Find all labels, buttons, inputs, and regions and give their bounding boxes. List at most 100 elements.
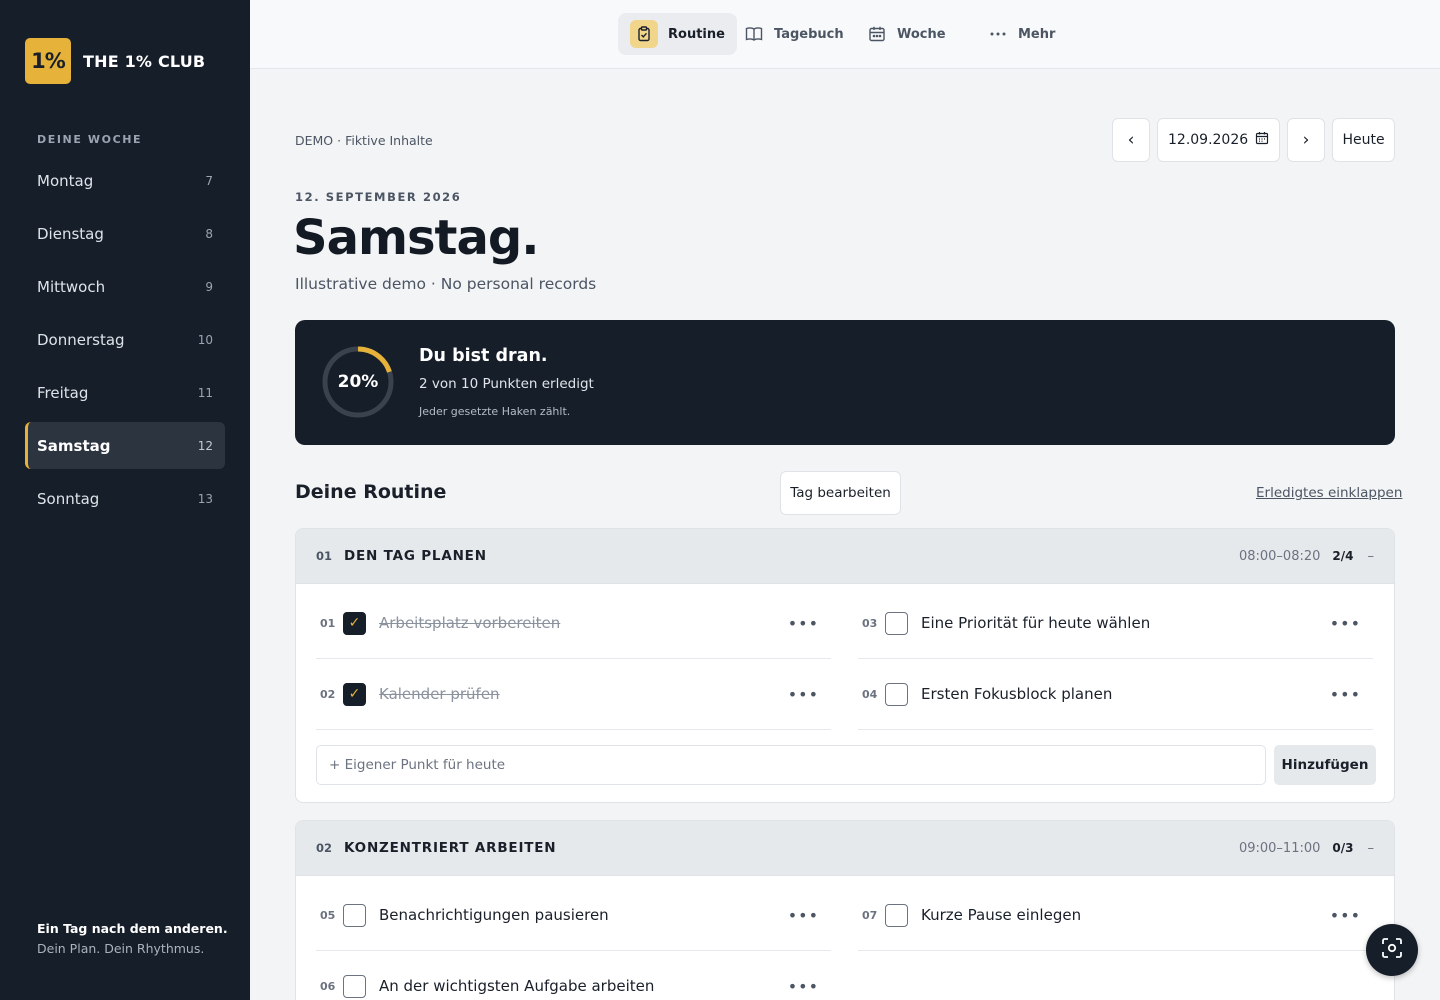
section-collapse-toggle[interactable]: – <box>1368 549 1375 564</box>
task-row: 06 An der wichtigsten Aufgabe arbeiten •… <box>316 951 831 1000</box>
calendar-icon <box>1255 131 1269 149</box>
date-value: 12.09.2026 <box>1168 132 1249 148</box>
progress-card: 20% Du bist dran. 2 von 10 Punkten erled… <box>295 320 1395 445</box>
sidebar: 1% THE 1% CLUB DEINE WOCHE Montag 7 Dien… <box>0 0 250 1000</box>
task-row: 03 Eine Priorität für heute wählen ••• <box>858 588 1373 659</box>
day-label: Mittwoch <box>37 277 106 296</box>
task-checkbox[interactable] <box>343 903 366 927</box>
task-row: 02 ✓ Kalender prüfen ••• <box>316 659 831 730</box>
week-heading: DEINE WOCHE <box>37 133 143 146</box>
top-nav: Routine Tagebuch Woche Mehr <box>250 0 1440 69</box>
task-checkbox[interactable]: ✓ <box>343 611 366 635</box>
day-number: 7 <box>205 173 213 188</box>
add-item-input[interactable] <box>316 745 1266 785</box>
task-checkbox[interactable] <box>343 974 366 998</box>
task-label: An der wichtigsten Aufgabe arbeiten <box>379 977 655 995</box>
footer-subline: Dein Plan. Dein Rhythmus. <box>37 941 205 956</box>
focus-mode-button[interactable] <box>1366 924 1418 976</box>
day-label: Freitag <box>37 383 89 402</box>
section-count: 0/3 <box>1332 841 1354 855</box>
sidebar-item-mittwoch[interactable]: Mittwoch 9 <box>25 263 225 310</box>
more-options-icon[interactable]: ••• <box>788 906 819 925</box>
task-checkbox[interactable] <box>885 611 908 635</box>
sidebar-item-sonntag[interactable]: Sonntag 13 <box>25 475 225 522</box>
section-collapse-toggle[interactable]: – <box>1368 841 1375 856</box>
task-label: Eine Priorität für heute wählen <box>921 614 1151 632</box>
sidebar-item-montag[interactable]: Montag 7 <box>25 157 225 204</box>
today-button[interactable]: Heute <box>1332 118 1395 162</box>
brand-name: THE 1% CLUB <box>83 51 206 71</box>
task-label: Kalender prüfen <box>379 685 500 703</box>
section-header[interactable]: 02 KONZENTRIERT ARBEITEN 09:00–11:00 0/3… <box>296 821 1394 876</box>
task-label: Arbeitsplatz vorbereiten <box>379 614 561 632</box>
page-subtitle: Illustrative demo · No personal records <box>295 275 597 293</box>
tab-tagebuch[interactable]: Tagebuch <box>744 13 844 55</box>
routine-section: 02 KONZENTRIERT ARBEITEN 09:00–11:00 0/3… <box>295 820 1395 1000</box>
day-label: Dienstag <box>37 224 104 243</box>
task-number: 06 <box>320 979 336 993</box>
date-label: 12. SEPTEMBER 2026 <box>295 190 462 204</box>
day-number: 9 <box>205 279 213 294</box>
task-label: Kurze Pause einlegen <box>921 906 1082 924</box>
section-count: 2/4 <box>1332 549 1354 563</box>
more-options-icon[interactable]: ••• <box>788 614 819 633</box>
footer-tagline: Ein Tag nach dem anderen. <box>37 921 228 936</box>
progress-note: Jeder gesetzte Haken zählt. <box>419 405 571 418</box>
progress-percent: 20% <box>337 372 379 392</box>
section-header[interactable]: 01 DEN TAG PLANEN 08:00–08:20 2/4 – <box>296 529 1394 584</box>
progress-title: Du bist dran. <box>419 346 548 366</box>
checkmark-icon: ✓ <box>348 615 361 631</box>
sidebar-item-donnerstag[interactable]: Donnerstag 10 <box>25 316 225 363</box>
section-number: 01 <box>316 549 333 563</box>
day-number: 12 <box>197 438 213 453</box>
progress-summary: 2 von 10 Punkten erledigt <box>419 376 594 392</box>
task-label: Ersten Fokusblock planen <box>921 685 1113 703</box>
brand-logo: 1% <box>25 38 71 84</box>
brand[interactable]: 1% THE 1% CLUB <box>25 38 205 84</box>
tab-woche[interactable]: Woche <box>867 13 946 55</box>
more-options-icon[interactable]: ••• <box>788 685 819 704</box>
add-item-button[interactable]: Hinzufügen <box>1274 745 1376 785</box>
calendar-icon <box>867 24 887 44</box>
more-options-icon[interactable]: ••• <box>788 977 819 996</box>
section-time: 09:00–11:00 <box>1238 840 1321 856</box>
routine-section: 01 DEN TAG PLANEN 08:00–08:20 2/4 – 01 ✓… <box>295 528 1395 803</box>
task-number: 04 <box>862 687 878 701</box>
next-day-button[interactable]: › <box>1287 118 1325 162</box>
collapse-done-link[interactable]: Erledigtes einklappen <box>1256 485 1402 501</box>
task-number: 07 <box>862 908 878 922</box>
section-time: 08:00–08:20 <box>1238 548 1321 564</box>
task-row: 04 Ersten Fokusblock planen ••• <box>858 659 1373 730</box>
task-number: 03 <box>862 616 878 630</box>
day-number: 13 <box>197 491 213 506</box>
checkmark-icon: ✓ <box>348 686 361 702</box>
tab-label: Routine <box>668 26 725 42</box>
sidebar-item-dienstag[interactable]: Dienstag 8 <box>25 210 225 257</box>
task-row: 01 ✓ Arbeitsplatz vorbereiten ••• <box>316 588 831 659</box>
task-number: 02 <box>320 687 336 701</box>
book-icon <box>744 24 764 44</box>
focus-scan-icon <box>1381 937 1403 963</box>
task-row: 05 Benachrichtigungen pausieren ••• <box>316 880 831 951</box>
prev-day-button[interactable]: ‹ <box>1112 118 1150 162</box>
more-options-icon[interactable]: ••• <box>1330 614 1361 633</box>
day-number: 8 <box>205 226 213 241</box>
sidebar-item-freitag[interactable]: Freitag 11 <box>25 369 225 416</box>
day-label: Donnerstag <box>37 330 125 349</box>
tab-routine[interactable]: Routine <box>618 13 737 55</box>
task-checkbox[interactable]: ✓ <box>343 682 366 706</box>
tab-mehr[interactable]: Mehr <box>988 13 1055 55</box>
day-label: Sonntag <box>37 489 100 508</box>
date-input[interactable]: 12.09.2026 <box>1157 118 1280 162</box>
more-options-icon[interactable]: ••• <box>1330 906 1361 925</box>
add-item-row: Hinzufügen <box>316 745 1376 785</box>
more-options-icon[interactable]: ••• <box>1330 685 1361 704</box>
task-checkbox[interactable] <box>885 682 908 706</box>
tab-label: Mehr <box>1018 26 1056 42</box>
tab-label: Tagebuch <box>774 26 844 42</box>
edit-day-button[interactable]: Tag bearbeiten <box>780 471 901 515</box>
section-title: KONZENTRIERT ARBEITEN <box>344 840 557 856</box>
task-checkbox[interactable] <box>885 903 908 927</box>
day-number: 11 <box>197 385 213 400</box>
sidebar-item-samstag[interactable]: Samstag 12 <box>25 422 225 469</box>
